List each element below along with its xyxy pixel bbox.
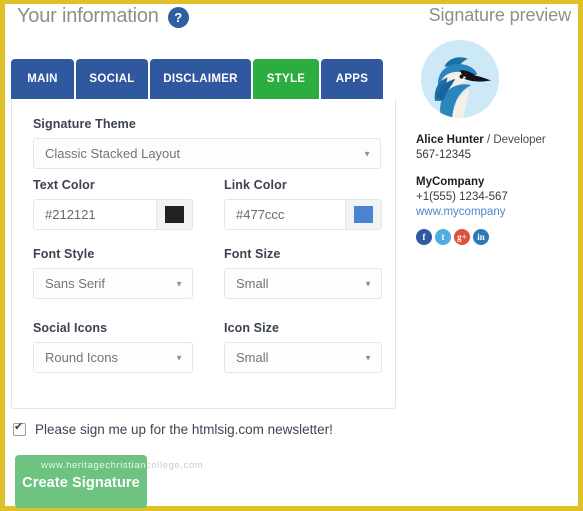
signature-role: Developer [493, 134, 546, 146]
font-style-select[interactable]: Sans Serif ▼ [33, 268, 193, 299]
signature-phone: +1(555) 1234-567 [416, 190, 508, 203]
signature-website-link[interactable]: www.mycompany [416, 205, 575, 220]
signature-details: Alice Hunter / Developer 567-12345 MyCom… [416, 133, 575, 220]
signature-theme-group: Signature Theme Classic Stacked Layout ▼ [33, 117, 381, 169]
newsletter-checkbox[interactable] [13, 421, 26, 436]
page-title: Your information [17, 5, 159, 27]
newsletter-row: Please sign me up for the htmlsig.com ne… [13, 421, 333, 437]
newsletter-label: Please sign me up for the htmlsig.com ne… [35, 422, 333, 437]
app-frame: Your information ? Signature preview MAI… [0, 0, 583, 511]
chevron-down-icon: ▼ [364, 353, 372, 362]
social-icons-label: Social Icons [33, 321, 108, 335]
googleplus-icon[interactable]: g+ [454, 229, 470, 246]
style-settings-panel: Signature Theme Classic Stacked Layout ▼… [11, 99, 396, 409]
link-color-control: #477ccc [224, 199, 382, 230]
watermark-dim: college.com [146, 460, 204, 471]
signature-phone-ext: 567-12345 [416, 149, 471, 162]
link-color-group: Link Color #477ccc [224, 178, 382, 230]
signature-theme-value: Classic Stacked Layout [45, 146, 181, 161]
tab-apps[interactable]: APPS [321, 59, 383, 99]
chevron-down-icon: ▼ [364, 279, 372, 288]
tab-social[interactable]: SOCIAL [76, 59, 148, 99]
signature-preview: Alice Hunter / Developer 567-12345 MyCom… [405, 40, 575, 246]
facebook-icon[interactable]: f [416, 229, 432, 246]
signature-company-block: MyCompany +1(555) 1234-567 www.mycompany [416, 175, 575, 221]
social-icons-select[interactable]: Round Icons ▼ [33, 342, 193, 373]
link-color-picker-button[interactable] [345, 199, 382, 230]
text-color-swatch [165, 206, 184, 223]
chevron-down-icon: ▼ [175, 279, 183, 288]
font-size-label: Font Size [224, 247, 281, 261]
font-size-value: Small [236, 276, 269, 291]
icon-size-group: Icon Size Small ▼ [224, 321, 382, 373]
blue-jay-bird-avatar [421, 40, 499, 118]
font-style-label: Font Style [33, 247, 95, 261]
signature-name: Alice Hunter [416, 134, 484, 146]
signature-social-row: f t g+ in [416, 229, 575, 246]
app-inner: Your information ? Signature preview MAI… [5, 4, 578, 508]
signature-company: MyCompany [416, 175, 485, 188]
text-color-control: #212121 [33, 199, 193, 230]
linkedin-icon[interactable]: in [473, 229, 489, 246]
tab-bar: MAIN SOCIAL DISCLAIMER STYLE APPS [11, 59, 383, 99]
signature-separator: / [483, 134, 494, 146]
tab-style[interactable]: STYLE [253, 59, 319, 99]
signature-theme-label: Signature Theme [33, 117, 136, 131]
tab-main[interactable]: MAIN [11, 59, 74, 99]
create-signature-button[interactable]: Create Signature [15, 455, 147, 508]
tab-disclaimer[interactable]: DISCLAIMER [150, 59, 251, 99]
text-color-label: Text Color [33, 178, 95, 192]
link-color-label: Link Color [224, 178, 287, 192]
social-icons-group: Social Icons Round Icons ▼ [33, 321, 193, 373]
font-style-value: Sans Serif [45, 276, 105, 291]
social-icons-value: Round Icons [45, 350, 118, 365]
chevron-down-icon: ▼ [175, 353, 183, 362]
text-color-input[interactable]: #212121 [33, 199, 156, 230]
font-size-select[interactable]: Small ▼ [224, 268, 382, 299]
link-color-input[interactable]: #477ccc [224, 199, 345, 230]
text-color-picker-button[interactable] [156, 199, 193, 230]
font-size-group: Font Size Small ▼ [224, 247, 382, 299]
font-style-group: Font Style Sans Serif ▼ [33, 247, 193, 299]
text-color-group: Text Color #212121 [33, 178, 193, 230]
link-color-swatch [354, 206, 373, 223]
signature-name-role-line: Alice Hunter / Developer [416, 133, 575, 148]
twitter-icon[interactable]: t [435, 229, 451, 246]
signature-preview-title: Signature preview [428, 5, 571, 25]
icon-size-label: Icon Size [224, 321, 280, 335]
your-information-header: Your information ? [17, 5, 189, 28]
signature-theme-select[interactable]: Classic Stacked Layout ▼ [33, 138, 381, 169]
create-signature-label: Create Signature [22, 475, 140, 491]
chevron-down-icon: ▼ [363, 149, 371, 158]
question-mark-icon[interactable]: ? [167, 7, 189, 28]
icon-size-value: Small [236, 350, 269, 365]
icon-size-select[interactable]: Small ▼ [224, 342, 382, 373]
